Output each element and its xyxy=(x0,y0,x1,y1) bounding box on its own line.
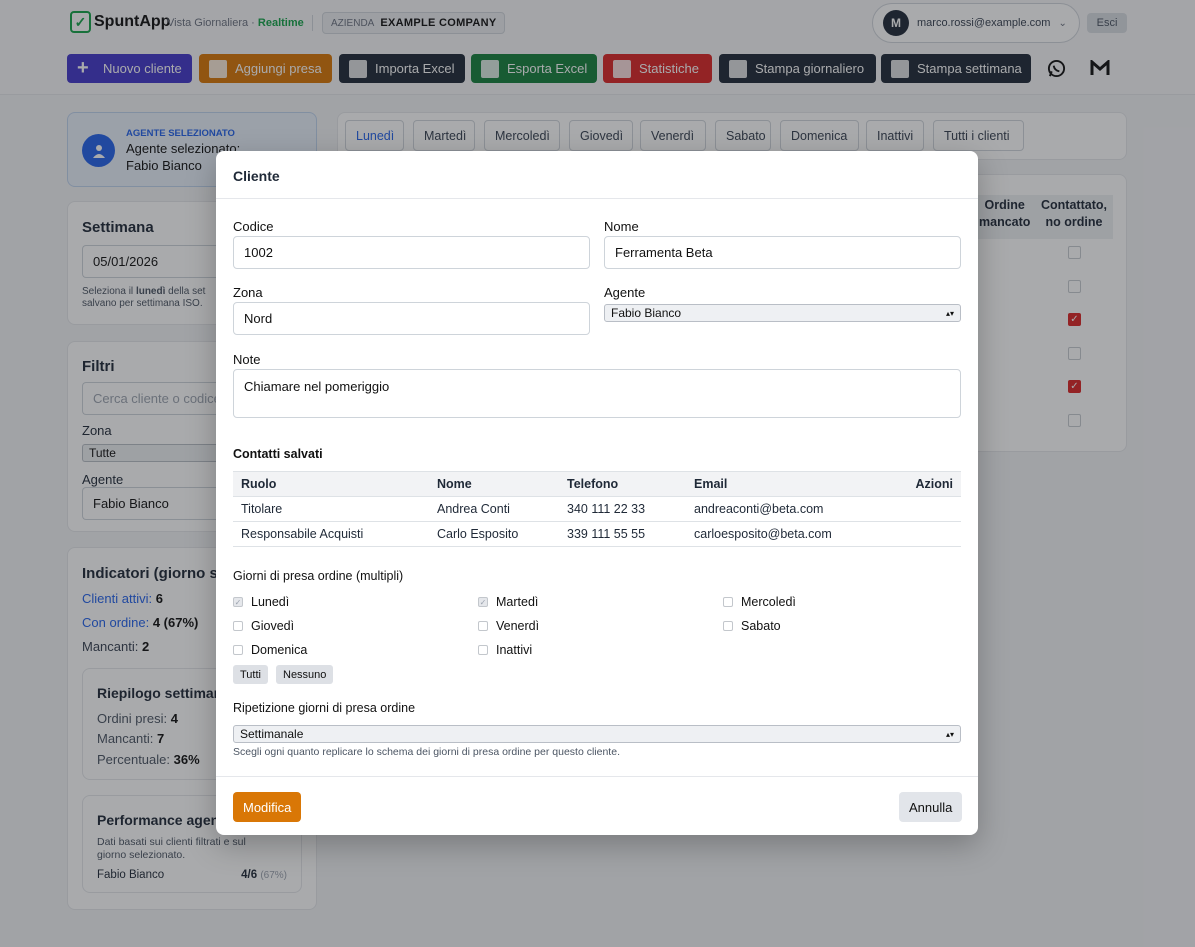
repeat-select[interactable]: Settimanale ▴▾ xyxy=(233,725,961,743)
repeat-select-value: Settimanale xyxy=(240,727,304,741)
table-row: Responsabile Acquisti Carlo Esposito 339 1… xyxy=(233,521,961,547)
name-input[interactable]: Ferramenta Beta xyxy=(604,236,961,269)
contacts-col-header: Email xyxy=(686,471,901,497)
day-label: Venerdì xyxy=(496,619,540,633)
day-label: Sabato xyxy=(741,619,781,633)
day-checkbox[interactable]: Domenica xyxy=(233,643,307,657)
checkbox-icon xyxy=(478,645,488,655)
contact-email: andreaconti@beta.com xyxy=(686,496,901,522)
select-arrows-icon: ▴▾ xyxy=(945,729,954,739)
day-label: Mercoledì xyxy=(741,595,796,609)
contact-email: carloesposito@beta.com xyxy=(686,521,901,547)
name-label: Nome xyxy=(604,219,639,234)
checkbox-icon xyxy=(233,621,243,631)
select-all-days-button[interactable]: Tutti xyxy=(233,665,268,684)
day-checkbox[interactable]: ✓ Lunedì xyxy=(233,595,289,609)
agent-select[interactable]: Fabio Bianco ▴▾ xyxy=(604,304,961,322)
code-label: Codice xyxy=(233,219,274,234)
zone-input[interactable]: Nord xyxy=(233,302,590,335)
day-label: Domenica xyxy=(251,643,308,657)
contacts-col-header: Nome xyxy=(429,471,559,497)
day-checkbox[interactable]: Giovedì xyxy=(233,619,294,633)
contact-name: Carlo Esposito xyxy=(429,521,559,547)
save-button[interactable]: Modifica xyxy=(233,792,302,822)
repeat-help: Scegli ogni quanto replicare lo schema d… xyxy=(233,746,620,758)
contacts-title: Contatti salvati xyxy=(233,447,323,461)
code-input[interactable]: 1002 xyxy=(233,236,590,269)
day-checkbox[interactable]: ✓ Martedì xyxy=(478,595,538,609)
contact-actions[interactable] xyxy=(901,496,961,522)
checkbox-icon xyxy=(723,621,733,631)
contacts-table: Ruolo Nome Telefono Email Azioni Titolare And… xyxy=(233,471,961,547)
contact-actions[interactable] xyxy=(901,521,961,547)
contact-phone: 340 111 22 33 xyxy=(559,496,686,522)
table-row: Titolare Andrea Conti 340 111 22 33 andreac… xyxy=(233,496,961,522)
checkbox-icon xyxy=(233,645,243,655)
notes-label: Note xyxy=(233,352,261,367)
checkbox-icon: ✓ xyxy=(233,597,243,607)
contact-role: Titolare xyxy=(233,496,429,522)
checkbox-icon xyxy=(478,621,488,631)
repeat-label: Ripetizione giorni di presa ordine xyxy=(233,701,416,715)
days-title: Giorni di presa ordine (multipli) xyxy=(233,569,404,583)
day-checkbox[interactable]: Inattivi xyxy=(478,643,532,657)
notes-textarea[interactable]: Chiamare nel pomeriggio xyxy=(233,369,961,418)
contact-role: Responsabile Acquisti xyxy=(233,521,429,547)
day-label: Lunedì xyxy=(251,595,290,609)
day-checkbox[interactable]: Venerdì xyxy=(478,619,539,633)
day-checkbox[interactable]: Sabato xyxy=(723,619,781,633)
contacts-col-header: Azioni xyxy=(901,471,961,497)
agent-select-value: Fabio Bianco xyxy=(611,306,682,320)
client-modal: Cliente Codice 1002 Nome Ferramenta Beta… xyxy=(216,151,978,835)
day-checkbox[interactable]: Mercoledì xyxy=(723,595,796,609)
select-arrows-icon: ▴▾ xyxy=(945,308,954,318)
day-label: Inattivi xyxy=(496,643,533,657)
checkbox-icon xyxy=(723,597,733,607)
modal-title: Cliente xyxy=(216,151,978,199)
select-no-days-button[interactable]: Nessuno xyxy=(276,665,334,684)
contacts-col-header: Ruolo xyxy=(233,471,429,497)
checkbox-icon: ✓ xyxy=(478,597,488,607)
agent-label: Agente xyxy=(604,285,646,300)
zone-label: Zona xyxy=(233,285,263,300)
day-label: Giovedì xyxy=(251,619,295,633)
modal-footer: Modifica Annulla xyxy=(216,776,978,835)
contact-phone: 339 111 55 55 xyxy=(559,521,686,547)
day-label: Martedì xyxy=(496,595,539,609)
contact-name: Andrea Conti xyxy=(429,496,559,522)
cancel-button[interactable]: Annulla xyxy=(899,792,963,822)
contacts-col-header: Telefono xyxy=(559,471,686,497)
